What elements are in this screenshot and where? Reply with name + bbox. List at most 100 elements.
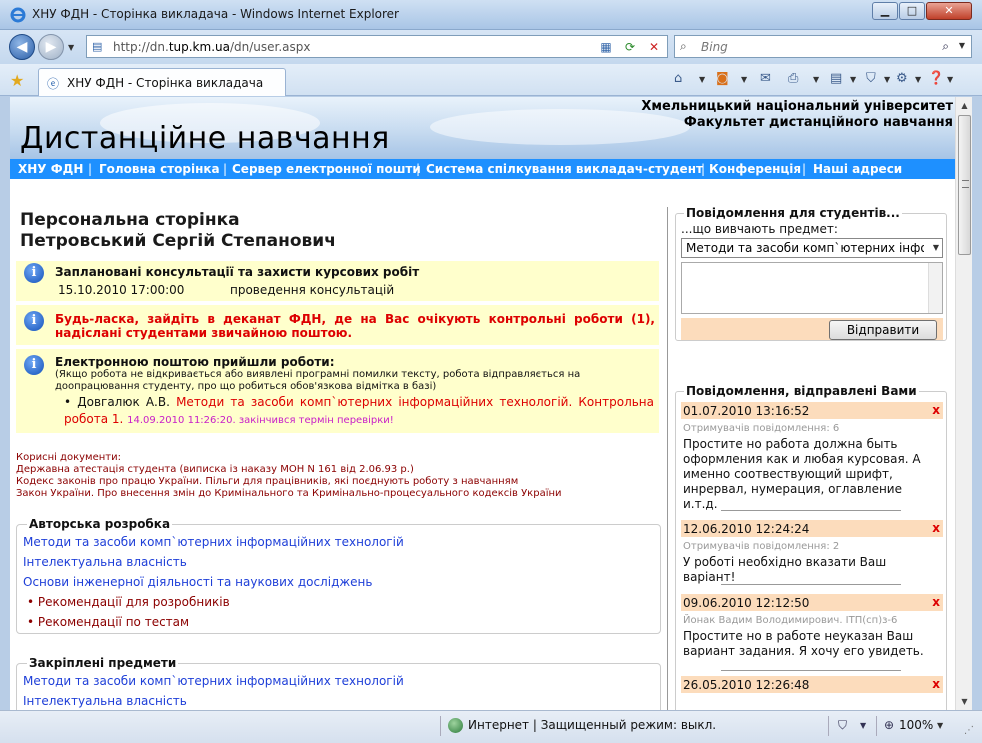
gear-icon[interactable]: ⚙ — [896, 71, 908, 89]
assigned-course-link[interactable]: Методи та засоби комп`ютерних інформацій… — [23, 674, 404, 688]
assigned-course-link[interactable]: Інтелектуальна власність — [23, 694, 187, 708]
shield-icon[interactable]: ⛉ — [866, 71, 876, 89]
developer-recommendations-link[interactable]: • Рекомендації для розробників — [27, 595, 230, 609]
print-dropdown-icon[interactable]: ▼ — [813, 75, 819, 84]
sent-legend: Повідомлення, відправлені Вами — [684, 384, 919, 398]
useful-doc-link[interactable]: Закон України. Про внесення змін до Крим… — [16, 488, 562, 500]
zoom-dropdown-icon[interactable]: ▼ — [937, 721, 943, 730]
search-options-dropdown-icon[interactable]: ▼ — [959, 41, 965, 50]
scroll-thumb[interactable] — [958, 115, 971, 255]
scroll-down-icon[interactable]: ▼ — [956, 693, 973, 710]
help-dropdown-icon[interactable]: ▼ — [947, 75, 953, 84]
back-arrow-icon[interactable]: ◀ — [9, 34, 35, 60]
page-icon[interactable]: ▤ — [830, 71, 842, 89]
minimize-button[interactable]: ▁ — [872, 2, 898, 20]
protected-mode-icon[interactable]: ⛉ — [838, 718, 847, 733]
test-recommendations-link[interactable]: • Рекомендації по тестам — [27, 615, 189, 629]
security-zone-text[interactable]: Интернет | Защищенный режим: выкл. — [468, 718, 716, 732]
site-header: Хмельницький національний університет Фа… — [10, 97, 955, 159]
info-icon: i — [24, 263, 44, 283]
menu-item-conference[interactable]: Конференція — [709, 162, 801, 176]
authored-course-link[interactable]: Інтелектуальна власність — [23, 555, 187, 569]
help-icon[interactable]: ❓ — [928, 71, 944, 89]
tools-dropdown-icon[interactable]: ▼ — [915, 75, 921, 84]
status-separator — [440, 716, 441, 736]
course-select-value: Методи та засоби комп`ютерних інформацій… — [686, 241, 924, 255]
useful-docs-heading: Корисні документи: — [16, 452, 121, 463]
page-dropdown-icon[interactable]: ▼ — [850, 75, 856, 84]
textarea-scrollbar[interactable] — [928, 263, 942, 313]
message-recipients: Отримувачів повідомлення: 6 — [683, 423, 840, 434]
useful-doc-link[interactable]: Державна атестація студента (виписка із … — [16, 464, 562, 476]
address-input[interactable]: ▤ http://dn.tup.km.ua/dn/user.aspx ▦ ⟳ ✕ — [86, 35, 668, 58]
delete-message-button[interactable]: x — [932, 677, 940, 691]
search-input[interactable]: ⌕ Bing ⌕ ▼ — [674, 35, 972, 58]
grip-icon — [962, 180, 969, 188]
menu-item-home[interactable]: Головна сторінка — [99, 162, 220, 176]
protected-dropdown-icon[interactable]: ▼ — [860, 721, 866, 730]
status-bar: Интернет | Защищенный режим: выкл. ⛉ ▼ ⊕… — [0, 710, 982, 743]
search-provider-icon: ⌕ — [680, 39, 687, 53]
compatibility-view-icon[interactable]: ▦ — [597, 38, 615, 56]
delete-message-button[interactable]: x — [932, 521, 940, 535]
send-button[interactable]: Відправити — [829, 320, 937, 340]
site-name: Дистанційне навчання — [20, 121, 390, 156]
menu-item-addresses[interactable]: Наші адреси — [813, 162, 902, 176]
message-text: У роботі необхідно вказати Ваш варіант! — [683, 555, 887, 584]
menu-item-mail-server[interactable]: Сервер електронної пошти — [232, 162, 421, 176]
tab-teacher-page[interactable]: ⓔ ХНУ ФДН - Сторінка викладача — [38, 68, 286, 96]
message-date: 12.06.2010 12:24:24 — [683, 522, 810, 536]
message-textarea[interactable] — [681, 262, 943, 314]
authored-course-link[interactable]: Методи та засоби комп`ютерних інформацій… — [23, 535, 404, 549]
message-divider — [721, 670, 901, 671]
home-dropdown-icon[interactable]: ▼ — [699, 75, 705, 84]
page-icon: ▤ — [92, 40, 103, 53]
message-recipients: Йонак Вадим Володимирович. ІТП(сп)з-6 — [683, 615, 898, 626]
course-select[interactable]: Методи та засоби комп`ютерних інформацій… — [681, 238, 943, 258]
consultation-text: проведення консультацій — [230, 283, 395, 297]
search-icon[interactable]: ⌕ — [942, 39, 949, 54]
refresh-icon[interactable]: ⟳ — [621, 38, 639, 56]
message-date: 09.06.2010 12:12:50 — [683, 596, 810, 610]
scroll-up-icon[interactable]: ▲ — [956, 97, 973, 114]
page-scrollbar[interactable]: ▲ ▼ — [955, 97, 972, 710]
star-icon[interactable]: ★ — [10, 71, 24, 90]
resize-grip-icon[interactable]: ⋰ — [964, 725, 974, 736]
delete-message-button[interactable]: x — [932, 595, 940, 609]
menu-item-communication[interactable]: Система спілкування викладач-студент — [426, 162, 703, 176]
consultation-date: 15.10.2010 17:00:00 — [58, 283, 185, 297]
close-window-button[interactable]: ✕ — [926, 2, 972, 20]
rss-dropdown-icon[interactable]: ▼ — [741, 75, 747, 84]
home-icon[interactable]: ⌂ — [674, 71, 682, 89]
message-date: 01.07.2010 13:16:52 — [683, 404, 810, 418]
useful-doc-link[interactable]: Кодекс законів про працю України. Пільги… — [16, 476, 562, 488]
url-text: http://dn.tup.km.ua/dn/user.aspx — [113, 40, 311, 54]
delete-message-button[interactable]: x — [932, 403, 940, 417]
address-toolbar: ◀ ▶ ▼ ▤ http://dn.tup.km.ua/dn/user.aspx… — [0, 30, 982, 64]
alert-box: i Будь-ласка, зайдіть в деканат ФДН, де … — [16, 305, 659, 345]
forward-arrow-icon[interactable]: ▶ — [38, 34, 64, 60]
status-separator — [876, 716, 877, 736]
site-menu: ХНУ ФДН | Головна сторінка | Сервер елек… — [10, 159, 955, 179]
alert-message: Будь-ласка, зайдіть в деканат ФДН, де на… — [55, 312, 655, 340]
maximize-button[interactable]: □ — [899, 2, 925, 20]
printer-icon[interactable]: ⎙ — [788, 71, 798, 89]
safety-dropdown-icon[interactable]: ▼ — [884, 75, 890, 84]
authored-course-link[interactable]: Основи інженерної діяльності та наукових… — [23, 575, 372, 589]
message-date: 26.05.2010 12:26:48 — [683, 678, 810, 692]
tab-toolbar: ★ ⓔ ХНУ ФДН - Сторінка викладача ⌂ ▼ ◙ ▼… — [0, 64, 982, 96]
stop-icon[interactable]: ✕ — [645, 38, 663, 56]
zoom-icon[interactable]: ⊕ — [884, 718, 894, 732]
menu-item-hnu[interactable]: ХНУ ФДН — [18, 162, 83, 176]
zoom-level[interactable]: 100% — [899, 718, 933, 732]
consultations-box: i Заплановані консультації та захисти ку… — [16, 261, 659, 301]
recent-pages-dropdown-icon[interactable]: ▼ — [68, 43, 74, 52]
window-titlebar: ХНУ ФДН - Сторінка викладача - Windows I… — [0, 0, 982, 30]
works-heading: Електронною поштою прийшли роботи: — [55, 355, 335, 369]
university-name: Хмельницький національний університет Фа… — [641, 99, 953, 130]
message-text: Простите но работа должна быть оформлени… — [683, 437, 921, 511]
rss-icon[interactable]: ◙ — [716, 71, 729, 89]
work-item: • Довгалюк А.В. Методи та засоби комп`ют… — [64, 395, 655, 426]
mail-icon[interactable]: ✉ — [760, 71, 771, 89]
status-separator — [828, 716, 829, 736]
